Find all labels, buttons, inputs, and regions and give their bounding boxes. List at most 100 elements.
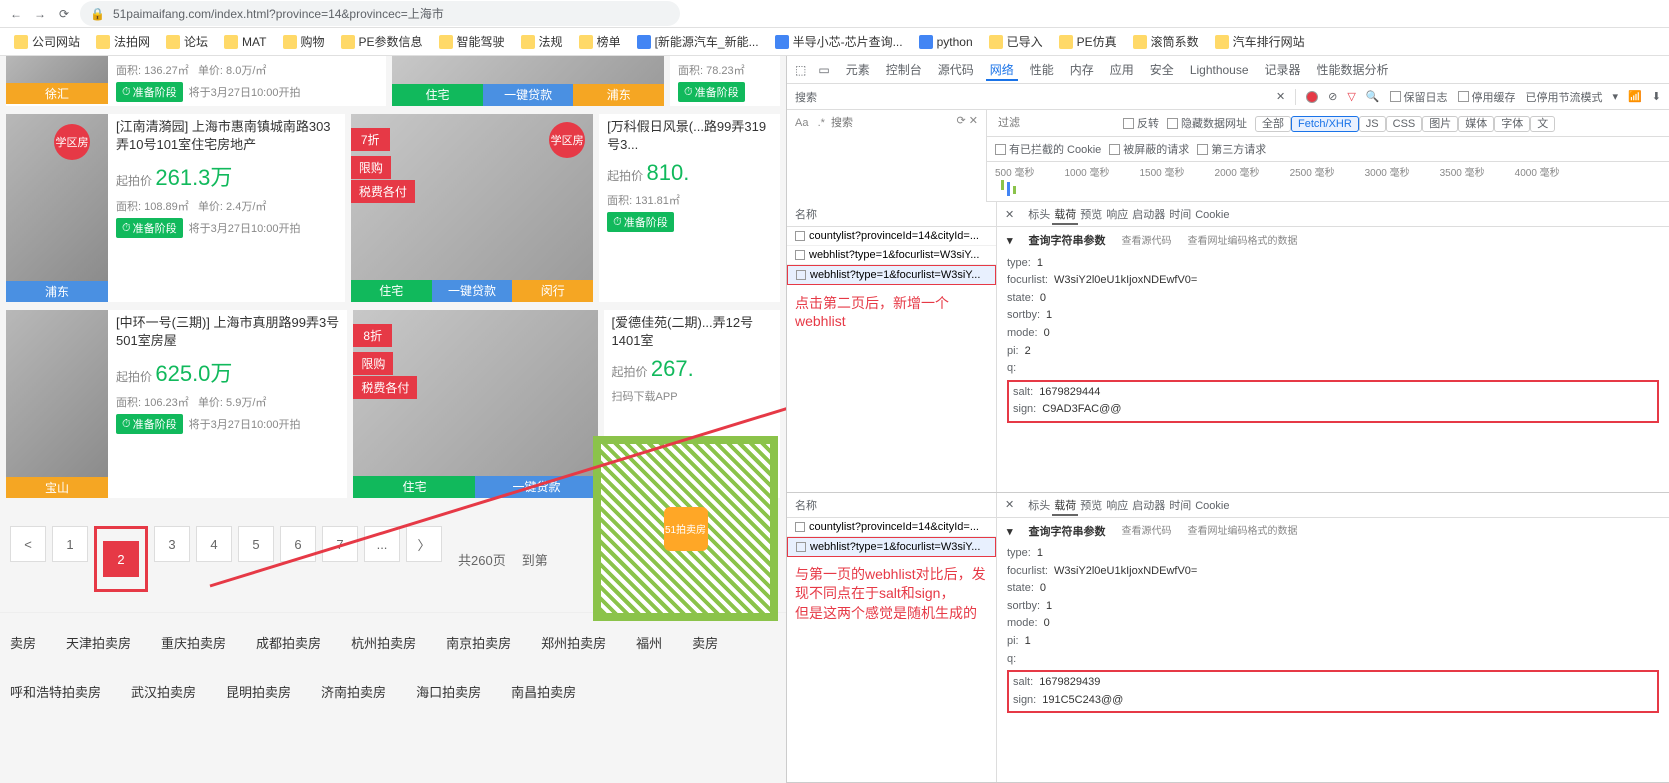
- network-request[interactable]: webhlist?type=1&focurlist=W3siY...: [787, 246, 996, 265]
- listing-image-card[interactable]: 8折 限购 税费各付 住宅一键贷款: [353, 310, 597, 498]
- devtools-tab[interactable]: 性能: [1026, 61, 1058, 79]
- filter-type[interactable]: 字体: [1494, 116, 1530, 132]
- footer-link[interactable]: 杭州拍卖房: [351, 633, 416, 652]
- pane-tab[interactable]: 启动器: [1130, 207, 1167, 223]
- pane-tab[interactable]: 标头: [1026, 498, 1052, 514]
- pane-tab[interactable]: 预览: [1078, 207, 1104, 223]
- pane-tab[interactable]: 响应: [1104, 498, 1130, 514]
- bookmark-item[interactable]: 半导小芯-芯片查询...: [769, 31, 909, 52]
- back-icon[interactable]: ←: [8, 6, 24, 22]
- pane-tab[interactable]: 时间: [1167, 498, 1193, 514]
- filter-type[interactable]: 媒体: [1458, 116, 1494, 132]
- bookmark-item[interactable]: [新能源汽车_新能...: [631, 31, 765, 52]
- listing-card[interactable]: 学区房 浦东 [江南清漪园] 上海市惠南镇城南路303弄10号101室住宅房地产…: [6, 114, 345, 302]
- devtools-tab[interactable]: 安全: [1146, 61, 1178, 79]
- filter-input[interactable]: [995, 114, 1115, 132]
- footer-link[interactable]: 成都拍卖房: [256, 633, 321, 652]
- devtools-tab[interactable]: 记录器: [1261, 61, 1305, 79]
- filter-type[interactable]: Fetch/XHR: [1291, 116, 1359, 132]
- pane-tab[interactable]: 载荷: [1052, 207, 1078, 225]
- pane-tab[interactable]: 标头: [1026, 207, 1052, 223]
- bookmark-item[interactable]: 智能驾驶: [433, 31, 511, 52]
- footer-link[interactable]: 南京拍卖房: [446, 633, 511, 652]
- network-request[interactable]: webhlist?type=1&focurlist=W3siY...: [787, 537, 996, 557]
- page-button[interactable]: 6: [280, 526, 316, 562]
- devtools-tab[interactable]: 性能数据分析: [1313, 61, 1393, 79]
- page-button[interactable]: 5: [238, 526, 274, 562]
- network-request[interactable]: webhlist?type=1&focurlist=W3siY...: [787, 265, 996, 285]
- close-icon[interactable]: ✕: [1005, 498, 1014, 511]
- bookmark-item[interactable]: 已导入: [983, 31, 1049, 52]
- forward-icon[interactable]: →: [32, 6, 48, 22]
- bookmark-item[interactable]: 法拍网: [90, 31, 156, 52]
- bookmark-item[interactable]: MAT: [218, 33, 272, 51]
- footer-link[interactable]: 卖房: [692, 633, 718, 652]
- filter-type[interactable]: JS: [1359, 116, 1386, 132]
- pane-tab[interactable]: 载荷: [1052, 498, 1078, 516]
- bookmark-item[interactable]: PE仿真: [1053, 31, 1123, 52]
- network-timeline[interactable]: 500 毫秒1000 毫秒1500 毫秒2000 毫秒2500 毫秒3000 毫…: [987, 162, 1669, 202]
- network-request[interactable]: countylist?provinceId=14&cityId=...: [787, 227, 996, 246]
- bookmark-item[interactable]: PE参数信息: [335, 31, 429, 52]
- filter-type[interactable]: 文: [1530, 116, 1555, 132]
- devtools-tab[interactable]: 源代码: [934, 61, 978, 79]
- clear-icon[interactable]: ⊘: [1328, 90, 1337, 103]
- filter-icon[interactable]: ▽: [1347, 90, 1355, 103]
- listing-card[interactable]: 宝山 [中环一号(三期)] 上海市真朋路99弄3号501室房屋 起拍价 625.…: [6, 310, 347, 498]
- bookmark-item[interactable]: 法规: [515, 31, 569, 52]
- devtools-tab[interactable]: 内存: [1066, 61, 1098, 79]
- bookmark-item[interactable]: 购物: [277, 31, 331, 52]
- bookmark-item[interactable]: 汽车排行网站: [1209, 31, 1311, 52]
- pane-tab[interactable]: Cookie: [1193, 207, 1231, 223]
- footer-link[interactable]: 郑州拍卖房: [541, 633, 606, 652]
- pane-tab[interactable]: 启动器: [1130, 498, 1167, 514]
- footer-link[interactable]: 武汉拍卖房: [131, 682, 196, 701]
- record-icon[interactable]: [1306, 91, 1318, 103]
- bookmark-item[interactable]: 论坛: [160, 31, 214, 52]
- bookmark-item[interactable]: 滚筒系数: [1127, 31, 1205, 52]
- devtools-tab[interactable]: 控制台: [882, 61, 926, 79]
- inspect-icon[interactable]: ⬚: [795, 63, 806, 77]
- page-button[interactable]: 7: [322, 526, 358, 562]
- reload-icon[interactable]: ⟳: [56, 6, 72, 22]
- footer-link[interactable]: 海口拍卖房: [416, 682, 481, 701]
- devtools-tab[interactable]: Lighthouse: [1186, 61, 1253, 79]
- footer-link[interactable]: 济南拍卖房: [321, 682, 386, 701]
- pane-tab[interactable]: 预览: [1078, 498, 1104, 514]
- download-icon[interactable]: ⬇: [1652, 90, 1661, 103]
- footer-link[interactable]: 福州: [636, 633, 662, 652]
- listing-image-card[interactable]: 住宅一键贷款浦东: [392, 56, 664, 106]
- devtools-search-input[interactable]: [828, 114, 928, 132]
- page-button[interactable]: 1: [52, 526, 88, 562]
- url-bar[interactable]: 🔒 51paimaifang.com/index.html?province=1…: [80, 1, 680, 26]
- filter-type[interactable]: 图片: [1422, 116, 1458, 132]
- filter-type[interactable]: 全部: [1255, 116, 1291, 132]
- close-icon[interactable]: ✕: [1276, 90, 1285, 103]
- pane-tab[interactable]: 响应: [1104, 207, 1130, 223]
- bookmark-item[interactable]: python: [913, 33, 979, 51]
- listing-image-card[interactable]: 7折 限购 税费各付 学区房 住宅一键贷款闵行: [351, 114, 593, 302]
- page-button[interactable]: 4: [196, 526, 232, 562]
- listing-card[interactable]: 徐汇 面积: 136.27㎡ 单价: 8.0万/㎡ ⏱准备阶段将于3月27日10…: [6, 56, 386, 106]
- pane-tab[interactable]: 时间: [1167, 207, 1193, 223]
- devtools-tab[interactable]: 网络: [986, 61, 1018, 81]
- page-button[interactable]: ...: [364, 526, 400, 562]
- devtools-tab[interactable]: 应用: [1106, 61, 1138, 79]
- device-icon[interactable]: ▭: [818, 63, 829, 77]
- network-request[interactable]: countylist?provinceId=14&cityId=...: [787, 518, 996, 537]
- listing-card[interactable]: [万科假日风景(...路99弄319号3... 起拍价 810. 面积: 131…: [599, 114, 780, 302]
- page-button[interactable]: 3: [154, 526, 190, 562]
- page-button[interactable]: 2: [103, 541, 139, 577]
- pane-tab[interactable]: Cookie: [1193, 498, 1231, 514]
- footer-link[interactable]: 卖房: [10, 633, 36, 652]
- filter-type[interactable]: CSS: [1386, 116, 1423, 132]
- page-button[interactable]: <: [10, 526, 46, 562]
- devtools-tab[interactable]: 元素: [842, 61, 874, 79]
- wifi-icon[interactable]: 📶: [1628, 90, 1642, 103]
- search-icon[interactable]: 🔍: [1366, 90, 1380, 103]
- bookmark-item[interactable]: 公司网站: [8, 31, 86, 52]
- footer-link[interactable]: 天津拍卖房: [66, 633, 131, 652]
- footer-link[interactable]: 重庆拍卖房: [161, 633, 226, 652]
- close-icon[interactable]: ✕: [1005, 208, 1014, 221]
- footer-link[interactable]: 南昌拍卖房: [511, 682, 576, 701]
